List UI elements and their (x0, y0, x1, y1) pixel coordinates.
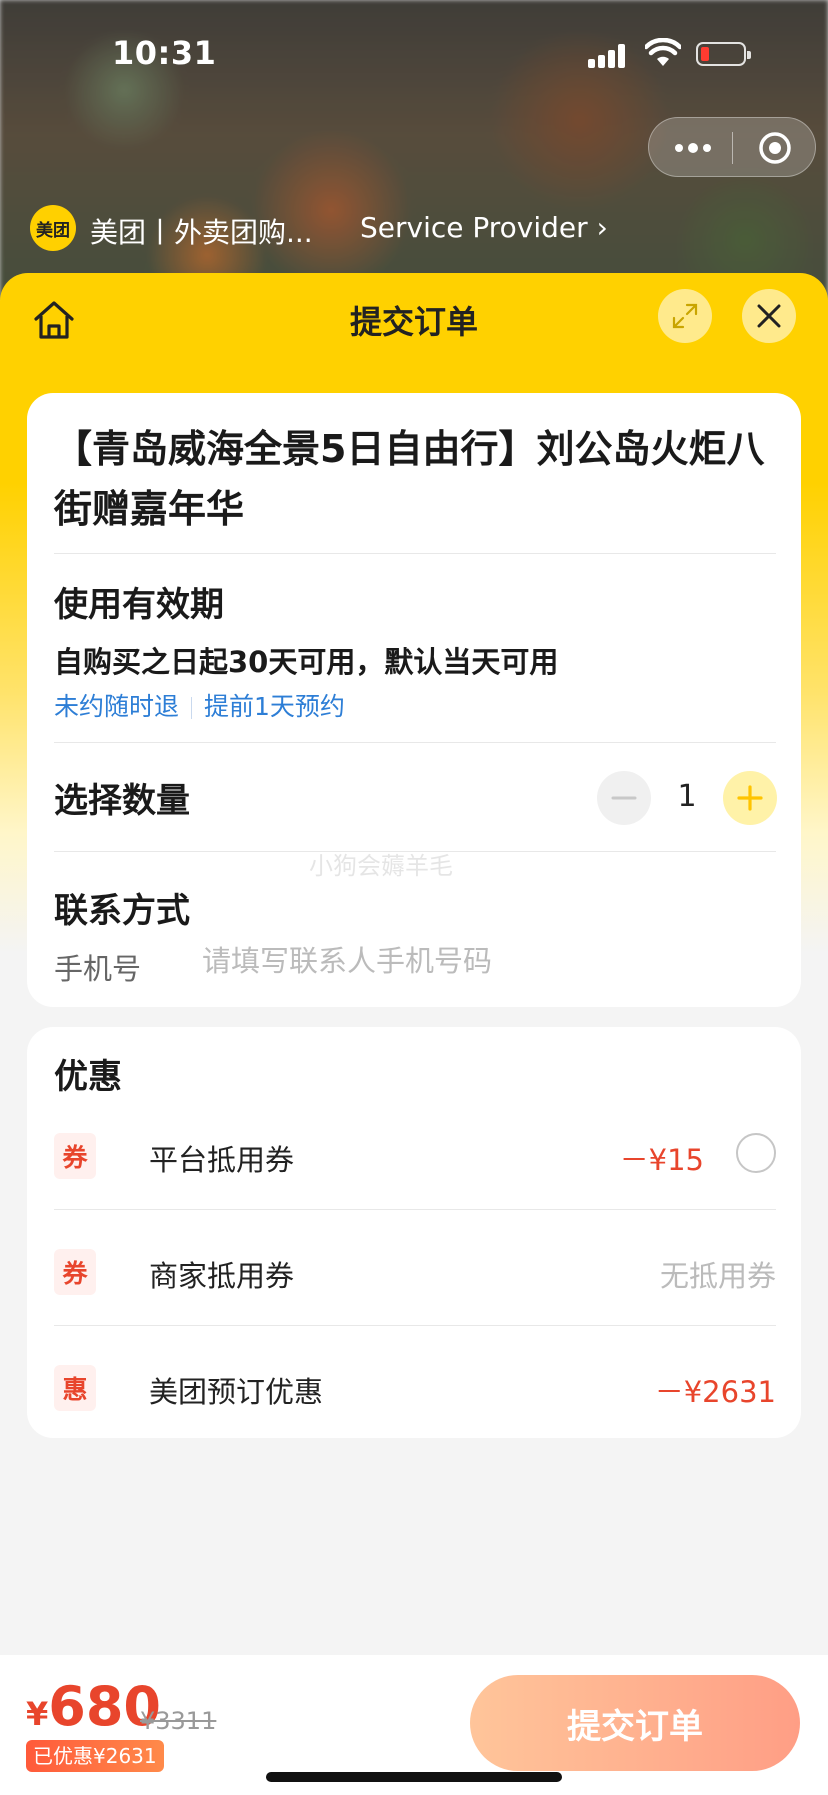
coupon-badge: 券 (54, 1133, 96, 1179)
phone-input[interactable] (202, 939, 762, 983)
cellular-signal-icon (588, 44, 630, 68)
quantity-label: 选择数量 (54, 781, 190, 821)
expand-button[interactable] (658, 289, 712, 343)
phone-label: 手机号 (54, 952, 142, 986)
product-card: 【青岛威海全景5日自由行】刘公岛火炬八街赠嘉年华 使用有效期 自购买之日起30天… (27, 393, 801, 1007)
discount-title: 优惠 (54, 1057, 122, 1097)
submit-order-button[interactable]: 提交订单 (470, 1675, 800, 1771)
coupon-badge: 券 (54, 1249, 96, 1295)
wifi-icon (645, 38, 681, 66)
platform-coupon-row[interactable]: 券 平台抵用券 －¥15 (54, 1125, 776, 1195)
provider-name: 美团丨外卖团购... (90, 216, 313, 249)
refund-tag: 未约随时退 (54, 692, 180, 721)
reservation-tag: 提前1天预约 (204, 692, 345, 721)
divider (54, 1325, 776, 1326)
merchant-coupon-row[interactable]: 券 商家抵用券 无抵用券 (54, 1241, 776, 1311)
product-title: 【青岛威海全景5日自由行】刘公岛火炬八街赠嘉年华 (54, 427, 765, 531)
service-provider-link[interactable]: Service Provider › (360, 211, 608, 244)
discount-badge: 惠 (54, 1365, 96, 1411)
status-time: 10:31 (112, 34, 217, 72)
battery-icon (696, 42, 751, 66)
validity-label: 使用有效期 (54, 585, 224, 625)
divider (54, 553, 776, 554)
savings-badge: 已优惠¥2631 (26, 1740, 164, 1772)
quantity-value: 1 (677, 779, 697, 814)
minus-icon (611, 796, 637, 800)
tag-divider (191, 697, 193, 719)
discount-value: 无抵用券 (659, 1259, 776, 1293)
decrease-quantity-button[interactable] (597, 771, 651, 825)
status-bar: 10:31 (0, 0, 828, 110)
price-currency: ¥ (26, 1695, 49, 1733)
divider (54, 1209, 776, 1210)
validity-text: 自购买之日起30天可用，默认当天可用 (54, 645, 559, 679)
close-button[interactable] (742, 289, 796, 343)
capsule-divider (732, 132, 733, 164)
plus-icon (737, 785, 763, 811)
watermark: 小狗会薅羊毛 (309, 852, 453, 880)
discount-card: 优惠 券 平台抵用券 －¥15 券 商家抵用券 无抵用券 惠 美团预订优惠 －¥… (27, 1027, 801, 1438)
discount-name: 美团预订优惠 (149, 1375, 324, 1409)
discount-value: －¥15 (619, 1143, 704, 1177)
policy-tags: 未约随时退 提前1天预约 (54, 687, 345, 723)
home-indicator (266, 1772, 562, 1782)
original-price: ¥3311 (140, 1707, 217, 1735)
close-icon (757, 304, 781, 328)
discount-value: －¥2631 (654, 1375, 776, 1409)
expand-icon (672, 303, 698, 329)
contact-label: 联系方式 (54, 891, 190, 931)
divider (54, 742, 776, 743)
booking-discount-row: 惠 美团预订优惠 －¥2631 (54, 1357, 776, 1427)
more-icon[interactable] (673, 138, 713, 158)
close-miniprogram-icon[interactable] (757, 130, 793, 166)
sheet-header: 提交订单 (0, 273, 828, 369)
miniprogram-capsule (648, 117, 816, 177)
quantity-stepper: 1 (597, 771, 777, 825)
coupon-radio[interactable] (736, 1133, 776, 1173)
discount-name: 平台抵用券 (149, 1143, 295, 1177)
discount-name: 商家抵用券 (149, 1259, 295, 1293)
meituan-logo: 美团 (30, 205, 76, 251)
increase-quantity-button[interactable] (723, 771, 777, 825)
